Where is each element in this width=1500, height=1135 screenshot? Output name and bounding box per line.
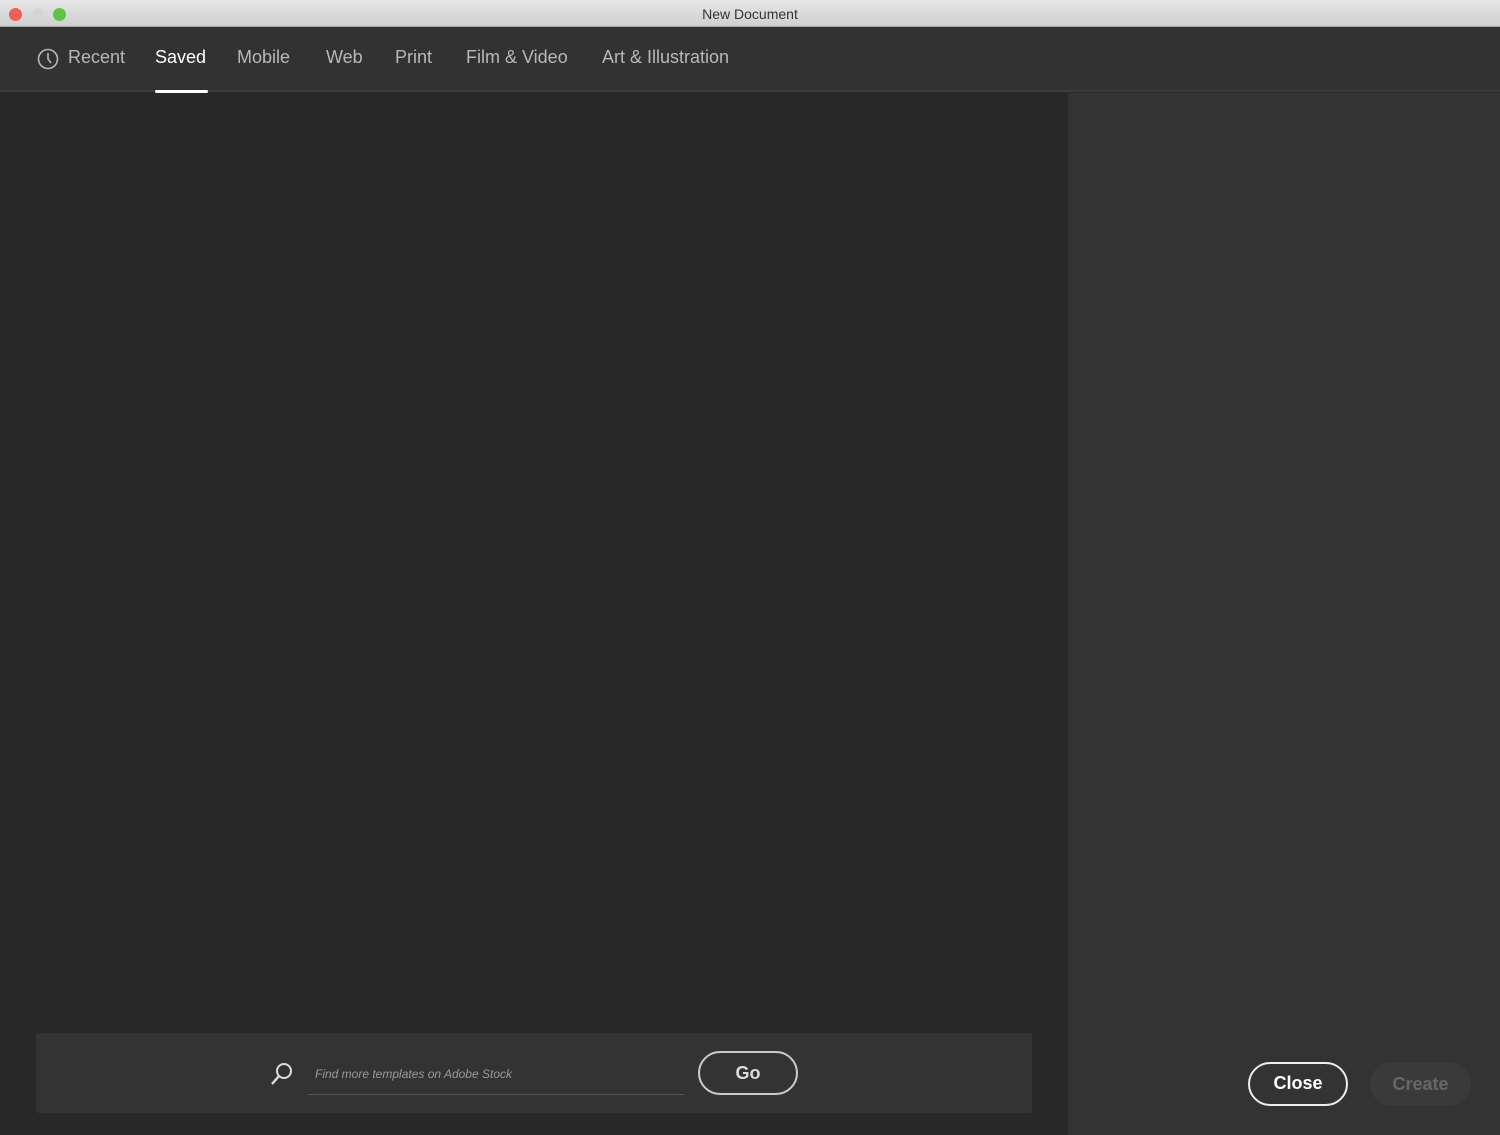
tab-film-video[interactable]: Film & Video <box>466 47 568 68</box>
close-window-button[interactable] <box>9 8 22 21</box>
stock-search-input[interactable] <box>308 1053 684 1095</box>
zoom-window-button[interactable] <box>53 8 66 21</box>
tab-recent[interactable]: Recent <box>68 47 125 68</box>
search-icon <box>270 1061 294 1092</box>
minimize-window-button[interactable] <box>31 8 44 21</box>
tab-mobile[interactable]: Mobile <box>237 47 290 68</box>
tab-print[interactable]: Print <box>395 47 432 68</box>
tab-saved[interactable]: Saved <box>155 47 209 93</box>
tab-art-illustration[interactable]: Art & Illustration <box>602 47 729 68</box>
create-button[interactable]: Create <box>1370 1062 1471 1106</box>
category-tabs: Recent Saved Mobile Web Print Film & Vid… <box>0 27 1500 93</box>
templates-area <box>0 93 1068 1135</box>
window-title: New Document <box>702 6 798 22</box>
tab-web[interactable]: Web <box>326 47 363 68</box>
go-button[interactable]: Go <box>698 1051 798 1095</box>
close-button[interactable]: Close <box>1248 1062 1348 1106</box>
stock-search-bar: Go <box>36 1033 1032 1113</box>
title-bar: New Document <box>0 0 1500 27</box>
preset-details-panel <box>1068 93 1500 1135</box>
clock-icon <box>37 48 59 75</box>
